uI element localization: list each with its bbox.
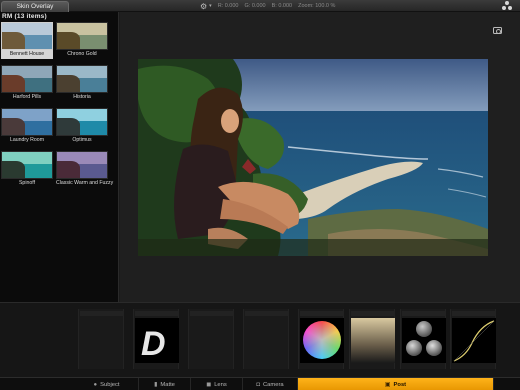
tab-lens[interactable]: ◼ Lens — [191, 378, 243, 390]
preset-label: Harford Pills — [12, 94, 42, 100]
tab-post[interactable]: ▣ Post — [298, 378, 494, 390]
tab-label: Subject — [100, 381, 120, 388]
tool-strip: D — [0, 302, 520, 377]
svg-text:D: D — [141, 325, 166, 363]
top-toolbar: Skin Overlay ⚙ ▾ R: 0.000 G: 0.000 B: 0.… — [0, 0, 520, 12]
preset-label: Historia — [73, 94, 91, 100]
preset-thumbnail — [1, 65, 53, 93]
tool-slot-header — [300, 311, 344, 316]
person-icon: ● — [93, 381, 98, 388]
preset-panel-title: RM (13 items) — [2, 13, 47, 20]
preset-thumbnail — [56, 151, 108, 179]
gradient-icon — [351, 318, 395, 363]
preset-bennett-house[interactable]: Bennett House — [1, 22, 53, 59]
image-viewer — [120, 12, 520, 302]
preset-thumbnail — [56, 108, 108, 136]
tool-slot-header — [452, 311, 496, 316]
curves-icon — [452, 318, 496, 363]
gear-icon[interactable]: ⚙ — [200, 2, 207, 11]
preview-photo-graphic — [138, 59, 488, 256]
tool-slot-header — [245, 311, 289, 316]
readout-r: R: 0.000 — [217, 3, 239, 9]
preset-thumbnail — [1, 108, 53, 136]
color-wheel-icon — [300, 318, 344, 363]
tool-slot-header — [351, 311, 395, 316]
tab-matte[interactable]: ▮ Matte — [139, 378, 191, 390]
app-logo-icon[interactable] — [502, 1, 512, 11]
tool-color-wheel[interactable] — [298, 309, 344, 369]
preset-spinoff[interactable]: Spinoff — [1, 151, 53, 188]
diffusion-tool-icon: D — [135, 318, 179, 363]
preset-thumbnail — [56, 22, 108, 50]
post-icon: ▣ — [384, 382, 391, 388]
tab-label: Matte — [160, 381, 175, 388]
readout-g: G: 0.000 — [244, 3, 266, 9]
tool-curves[interactable] — [450, 309, 496, 369]
preset-grid: Bennett House Chrono Gold Harford Pills … — [0, 22, 118, 188]
preset-historia[interactable]: Historia — [56, 65, 108, 102]
preset-label: Laundry Room — [9, 137, 45, 143]
preset-thumbnail — [1, 22, 53, 50]
tool-slot-header — [190, 311, 234, 316]
preset-label: Bennett House — [1, 50, 53, 59]
tool-slot-header — [135, 311, 179, 316]
tool-circles[interactable] — [400, 309, 446, 369]
tool-gradient[interactable] — [349, 309, 395, 369]
tab-label: Lens — [214, 381, 227, 388]
tool-slot-empty[interactable] — [78, 309, 124, 369]
tab-label: Post — [393, 381, 407, 388]
preset-thumbnail — [56, 65, 108, 93]
preset-label: Classic Warm and Fuzzy — [56, 180, 114, 186]
preset-laundry-room[interactable]: Laundry Room — [1, 108, 53, 145]
preset-chrono-gold[interactable]: Chrono Gold — [56, 22, 108, 59]
tool-slot-empty[interactable] — [188, 309, 234, 369]
preset-optimus[interactable]: Optimus — [56, 108, 108, 145]
preset-label: Optimus — [72, 137, 92, 143]
matte-icon: ▮ — [154, 382, 158, 388]
preset-harford-pills[interactable]: Harford Pills — [1, 65, 53, 102]
preset-label: Spinoff — [18, 180, 36, 186]
preview-image[interactable] — [138, 59, 488, 256]
bottom-tab-bar: ● Subject ▮ Matte ◼ Lens ◘ Camera ▣ Post — [0, 377, 520, 390]
readout-b: B: 0.000 — [271, 3, 293, 9]
tab-subject[interactable]: ● Subject — [75, 378, 139, 390]
zoom-readout: Zoom: 100.0 % — [298, 3, 336, 9]
preset-classic-warm-and-fuzzy[interactable]: Classic Warm and Fuzzy — [56, 151, 114, 188]
snapshot-camera-icon[interactable] — [493, 27, 502, 34]
tab-skin-overlay[interactable]: Skin Overlay — [1, 1, 69, 12]
tab-label: Camera — [263, 381, 284, 388]
tool-diffusion[interactable]: D — [133, 309, 179, 369]
preset-panel: RM (13 items) Bennett House Chrono Gold … — [0, 12, 119, 302]
lens-icon: ◼ — [206, 382, 212, 388]
tool-slot-header — [80, 311, 124, 316]
tab-camera[interactable]: ◘ Camera — [243, 378, 298, 390]
tool-slot-header — [402, 311, 446, 316]
pixel-readout: ⚙ ▾ R: 0.000 G: 0.000 B: 0.000 Zoom: 100… — [200, 0, 335, 12]
chevron-down-icon[interactable]: ▾ — [209, 3, 212, 9]
circles-icon — [402, 318, 446, 363]
tool-slot-empty[interactable] — [243, 309, 289, 369]
preset-label: Chrono Gold — [67, 51, 97, 57]
camera-icon: ◘ — [256, 381, 260, 388]
preset-thumbnail — [1, 151, 53, 179]
